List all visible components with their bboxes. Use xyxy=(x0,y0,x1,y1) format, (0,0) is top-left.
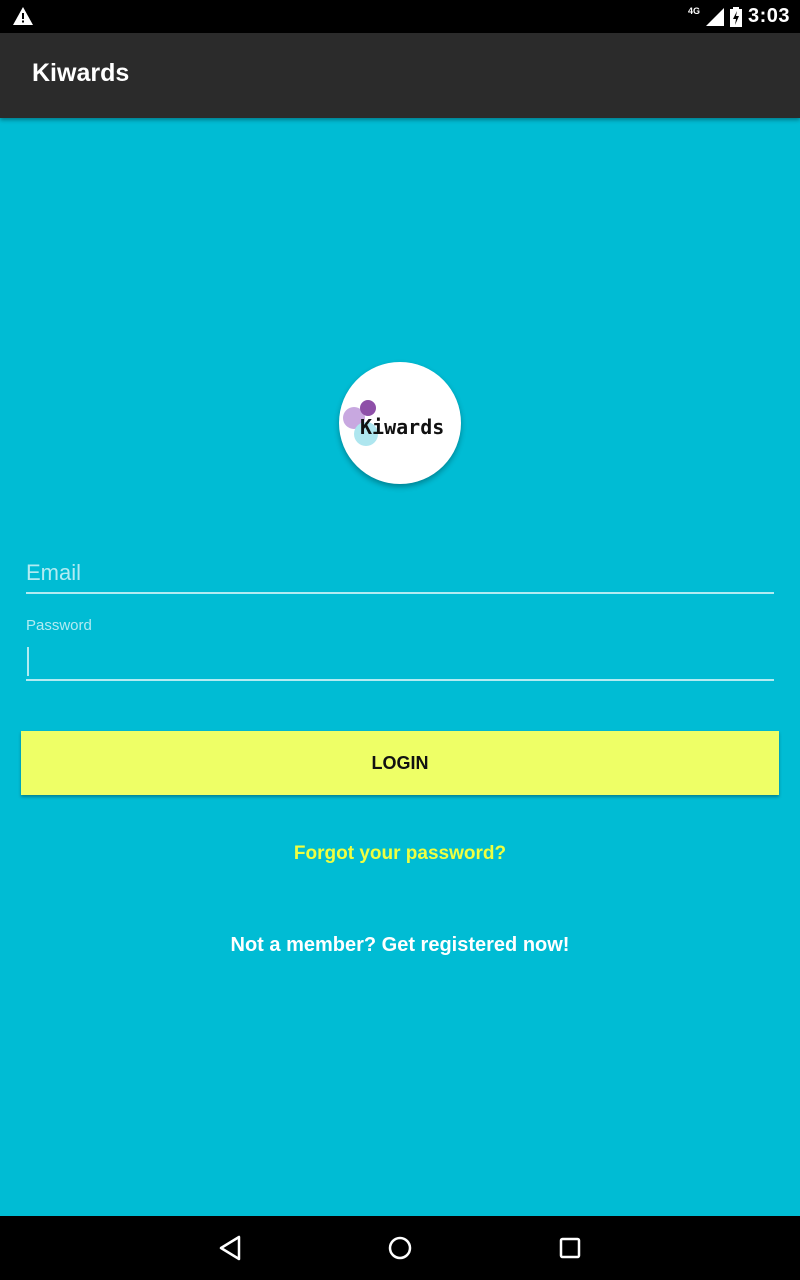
status-bar: 4G 3:03 xyxy=(0,0,800,33)
signal-icon xyxy=(705,7,724,26)
email-input[interactable] xyxy=(26,555,774,591)
kiwards-logo: Kiwards xyxy=(339,362,461,484)
password-field-container xyxy=(26,642,774,681)
forgot-password-link[interactable]: Forgot your password? xyxy=(0,843,800,865)
status-icons: 4G 3:03 xyxy=(688,0,790,33)
clock: 3:03 xyxy=(747,5,790,27)
email-field-container xyxy=(26,555,774,594)
navigation-bar xyxy=(0,1216,800,1280)
app-title: Kiwards xyxy=(32,59,130,87)
password-input[interactable] xyxy=(26,642,774,678)
network-type: 4G xyxy=(687,5,700,16)
logo-wordmark: Kiwards xyxy=(360,415,445,439)
recent-apps-icon[interactable] xyxy=(554,1232,586,1264)
text-cursor xyxy=(27,647,29,676)
home-icon[interactable] xyxy=(384,1232,416,1264)
login-button[interactable]: LOGIN xyxy=(21,731,779,795)
warning-icon xyxy=(13,7,33,25)
logo-dot-dark-purple xyxy=(360,400,376,416)
battery-icon xyxy=(729,6,742,27)
app-bar: Kiwards xyxy=(0,33,800,118)
back-icon[interactable] xyxy=(215,1232,247,1264)
register-link[interactable]: Not a member? Get registered now! xyxy=(0,934,800,957)
password-label: Password xyxy=(26,617,92,634)
